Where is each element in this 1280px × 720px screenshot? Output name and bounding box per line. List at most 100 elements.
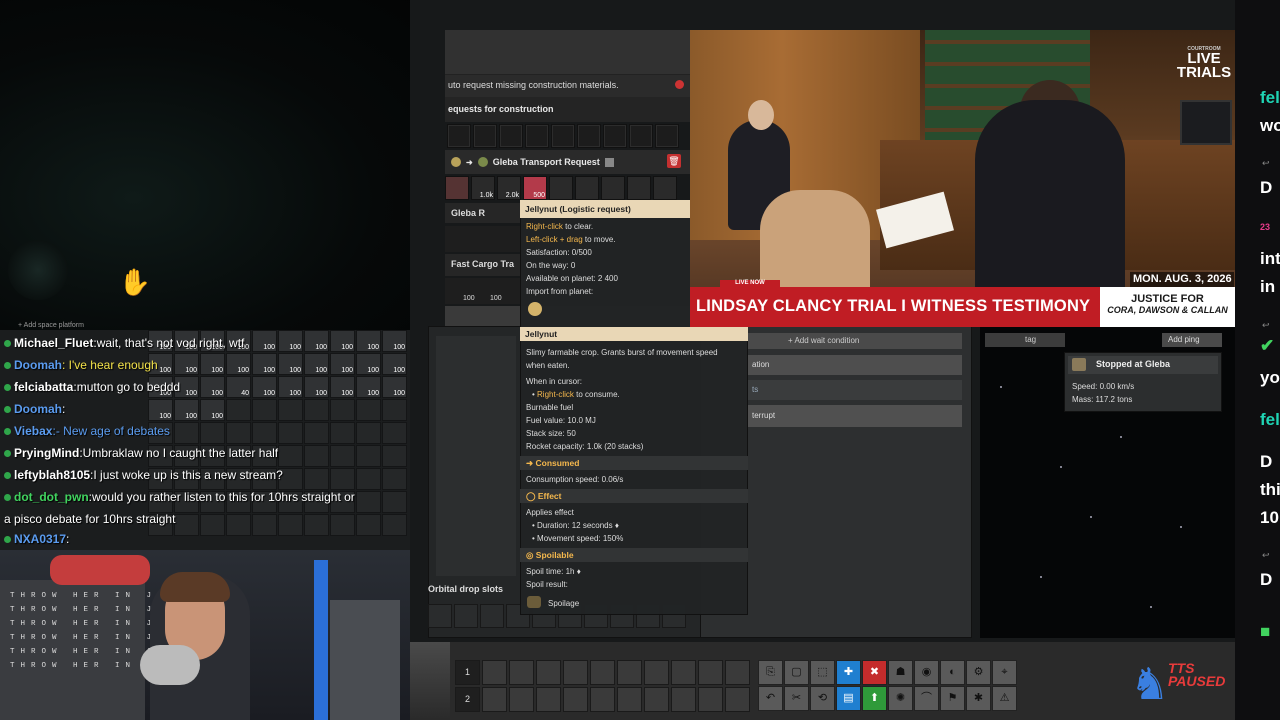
plushies [50, 555, 150, 585]
chat-username[interactable]: Viebax [14, 424, 52, 438]
quickbar-slot[interactable] [509, 687, 534, 712]
drop-slot[interactable] [454, 604, 478, 628]
quickbar-slot[interactable] [644, 687, 669, 712]
roboport-icon[interactable]: ⚑ [940, 686, 965, 711]
quickbar-slot[interactable] [509, 660, 534, 685]
trial-banner: LINDSAY CLANCY TRIAL I WITNESS TESTIMONY [690, 287, 1120, 327]
quickbar-slot[interactable] [482, 687, 507, 712]
request-items-row: 1.0k 2.0k 500 [445, 176, 685, 200]
blueprint-icon[interactable]: ✚ [836, 660, 861, 685]
satisfaction-text: Satisfaction: 0/500 [526, 248, 592, 257]
map-icon[interactable]: ⌖ [992, 660, 1017, 685]
paste-icon[interactable]: ▢ [784, 660, 809, 685]
request-slot[interactable] [473, 124, 497, 148]
quickbar-slot[interactable] [644, 660, 669, 685]
alert-icon[interactable]: ⚠ [992, 686, 1017, 711]
empty-slot[interactable] [627, 176, 651, 200]
item-count: 1.0k [479, 192, 493, 199]
blueprint-select-icon[interactable]: ⬚ [810, 660, 835, 685]
trash-icon[interactable]: 🗑 [667, 154, 681, 168]
gear-icon[interactable]: ⚙ [966, 660, 991, 685]
chat-text: : I've hear enough [62, 358, 158, 372]
rail-icon[interactable]: ⌒ [914, 686, 939, 711]
quickbar-slot[interactable] [698, 660, 723, 685]
add-tag-button[interactable]: tag [985, 333, 1065, 347]
quickbar-slot[interactable] [725, 660, 750, 685]
add-ping-button[interactable]: Add ping [1162, 333, 1222, 347]
quickbar-row-number[interactable]: 1 [455, 660, 480, 685]
request-slot[interactable] [551, 124, 575, 148]
quickbar-slot[interactable] [617, 660, 642, 685]
request-slot[interactable] [525, 124, 549, 148]
chat-message: NXA0317: [4, 532, 69, 546]
chat-text: :mutton go to beddd [73, 380, 181, 394]
spoil-result-text: Spoil result: [526, 580, 568, 589]
schedule-destination-row[interactable]: ation [748, 355, 962, 375]
quickbar-slot[interactable] [725, 687, 750, 712]
chat-username[interactable]: dot_dot_pwn [14, 490, 89, 504]
quickbar-slot[interactable] [563, 687, 588, 712]
empty-slot[interactable] [549, 176, 573, 200]
item-slot-tool[interactable]: 2.0k [497, 176, 521, 200]
quickbar-slot[interactable] [698, 687, 723, 712]
robot-icon[interactable]: ☗ [888, 660, 913, 685]
quickbar-decoration [410, 642, 450, 720]
fluid-icon[interactable]: ◉ [914, 660, 939, 685]
rotate-icon[interactable]: ⟲ [810, 686, 835, 711]
chat-username[interactable]: NXA0317 [14, 532, 66, 546]
spidertron-icon[interactable]: ✺ [888, 686, 913, 711]
bug-icon[interactable]: ✱ [966, 686, 991, 711]
drop-slot[interactable] [428, 604, 452, 628]
quickbar-slot[interactable] [482, 660, 507, 685]
item-slot-jellynut[interactable]: 500 [523, 176, 547, 200]
edit-icon[interactable] [604, 157, 614, 167]
add-wait-condition-button[interactable]: + Add wait condition [748, 333, 962, 349]
request-slot[interactable] [629, 124, 653, 148]
stream-screen: ✋ uto request missing construction mater… [0, 0, 1280, 720]
auto-request-checkbox-row[interactable]: uto request missing construction materia… [445, 75, 690, 97]
chat-username[interactable]: Doomah [14, 402, 62, 416]
quickbar-slot[interactable] [671, 687, 696, 712]
fast-cargo-header[interactable]: Fast Cargo Tra [445, 254, 525, 276]
quickbar-slot[interactable] [617, 687, 642, 712]
arrow-right-icon: ➜ [466, 157, 473, 167]
blue-led-strip [314, 560, 328, 720]
cut-icon[interactable]: ✂ [784, 686, 809, 711]
drop-slot[interactable] [480, 604, 504, 628]
planner-icon[interactable]: ▤ [836, 686, 861, 711]
gleba-request-2-header[interactable]: Gleba R [445, 203, 525, 223]
chat-username[interactable]: Doomah [14, 358, 62, 372]
item-slot-fruit[interactable]: 1.0k [471, 176, 495, 200]
quickbar-slot[interactable] [563, 660, 588, 685]
chat-username[interactable]: leftyblah8105 [14, 468, 90, 482]
platform-icon [1072, 358, 1086, 371]
gleba-transport-request-header[interactable]: ➜ Gleba Transport Request [445, 150, 690, 174]
signal-icon[interactable]: ◐ [940, 660, 965, 685]
request-slot[interactable] [577, 124, 601, 148]
quickbar-slot[interactable] [590, 660, 615, 685]
request-slot[interactable] [447, 124, 471, 148]
courtroom-monitor [1180, 100, 1232, 145]
request-slot[interactable] [655, 124, 679, 148]
chat-username[interactable]: felciabatta [14, 380, 73, 394]
upgrade-icon[interactable]: ⬆ [862, 686, 887, 711]
chat-username[interactable]: PryingMind [14, 446, 79, 460]
empty-slot[interactable] [575, 176, 599, 200]
quickbar-slot[interactable] [590, 687, 615, 712]
quickbar-row-number[interactable]: 2 [455, 687, 480, 712]
chat-username[interactable]: Michael_Fluet [14, 336, 93, 350]
item-slot-partial[interactable] [445, 176, 469, 200]
quickbar-slot[interactable] [536, 660, 561, 685]
close-icon[interactable] [675, 80, 684, 89]
copy-icon[interactable]: ⎘ [758, 660, 783, 685]
request-slot[interactable] [603, 124, 627, 148]
schedule-ts-row[interactable]: ts [748, 380, 962, 400]
empty-slot[interactable] [601, 176, 625, 200]
deconstruction-icon[interactable]: ✖ [862, 660, 887, 685]
add-interrupt-row[interactable]: terrupt [748, 405, 962, 427]
quickbar-slot[interactable] [536, 687, 561, 712]
quickbar-slot[interactable] [671, 660, 696, 685]
request-slot[interactable] [499, 124, 523, 148]
empty-slot[interactable] [653, 176, 677, 200]
undo-icon[interactable]: ↶ [758, 686, 783, 711]
